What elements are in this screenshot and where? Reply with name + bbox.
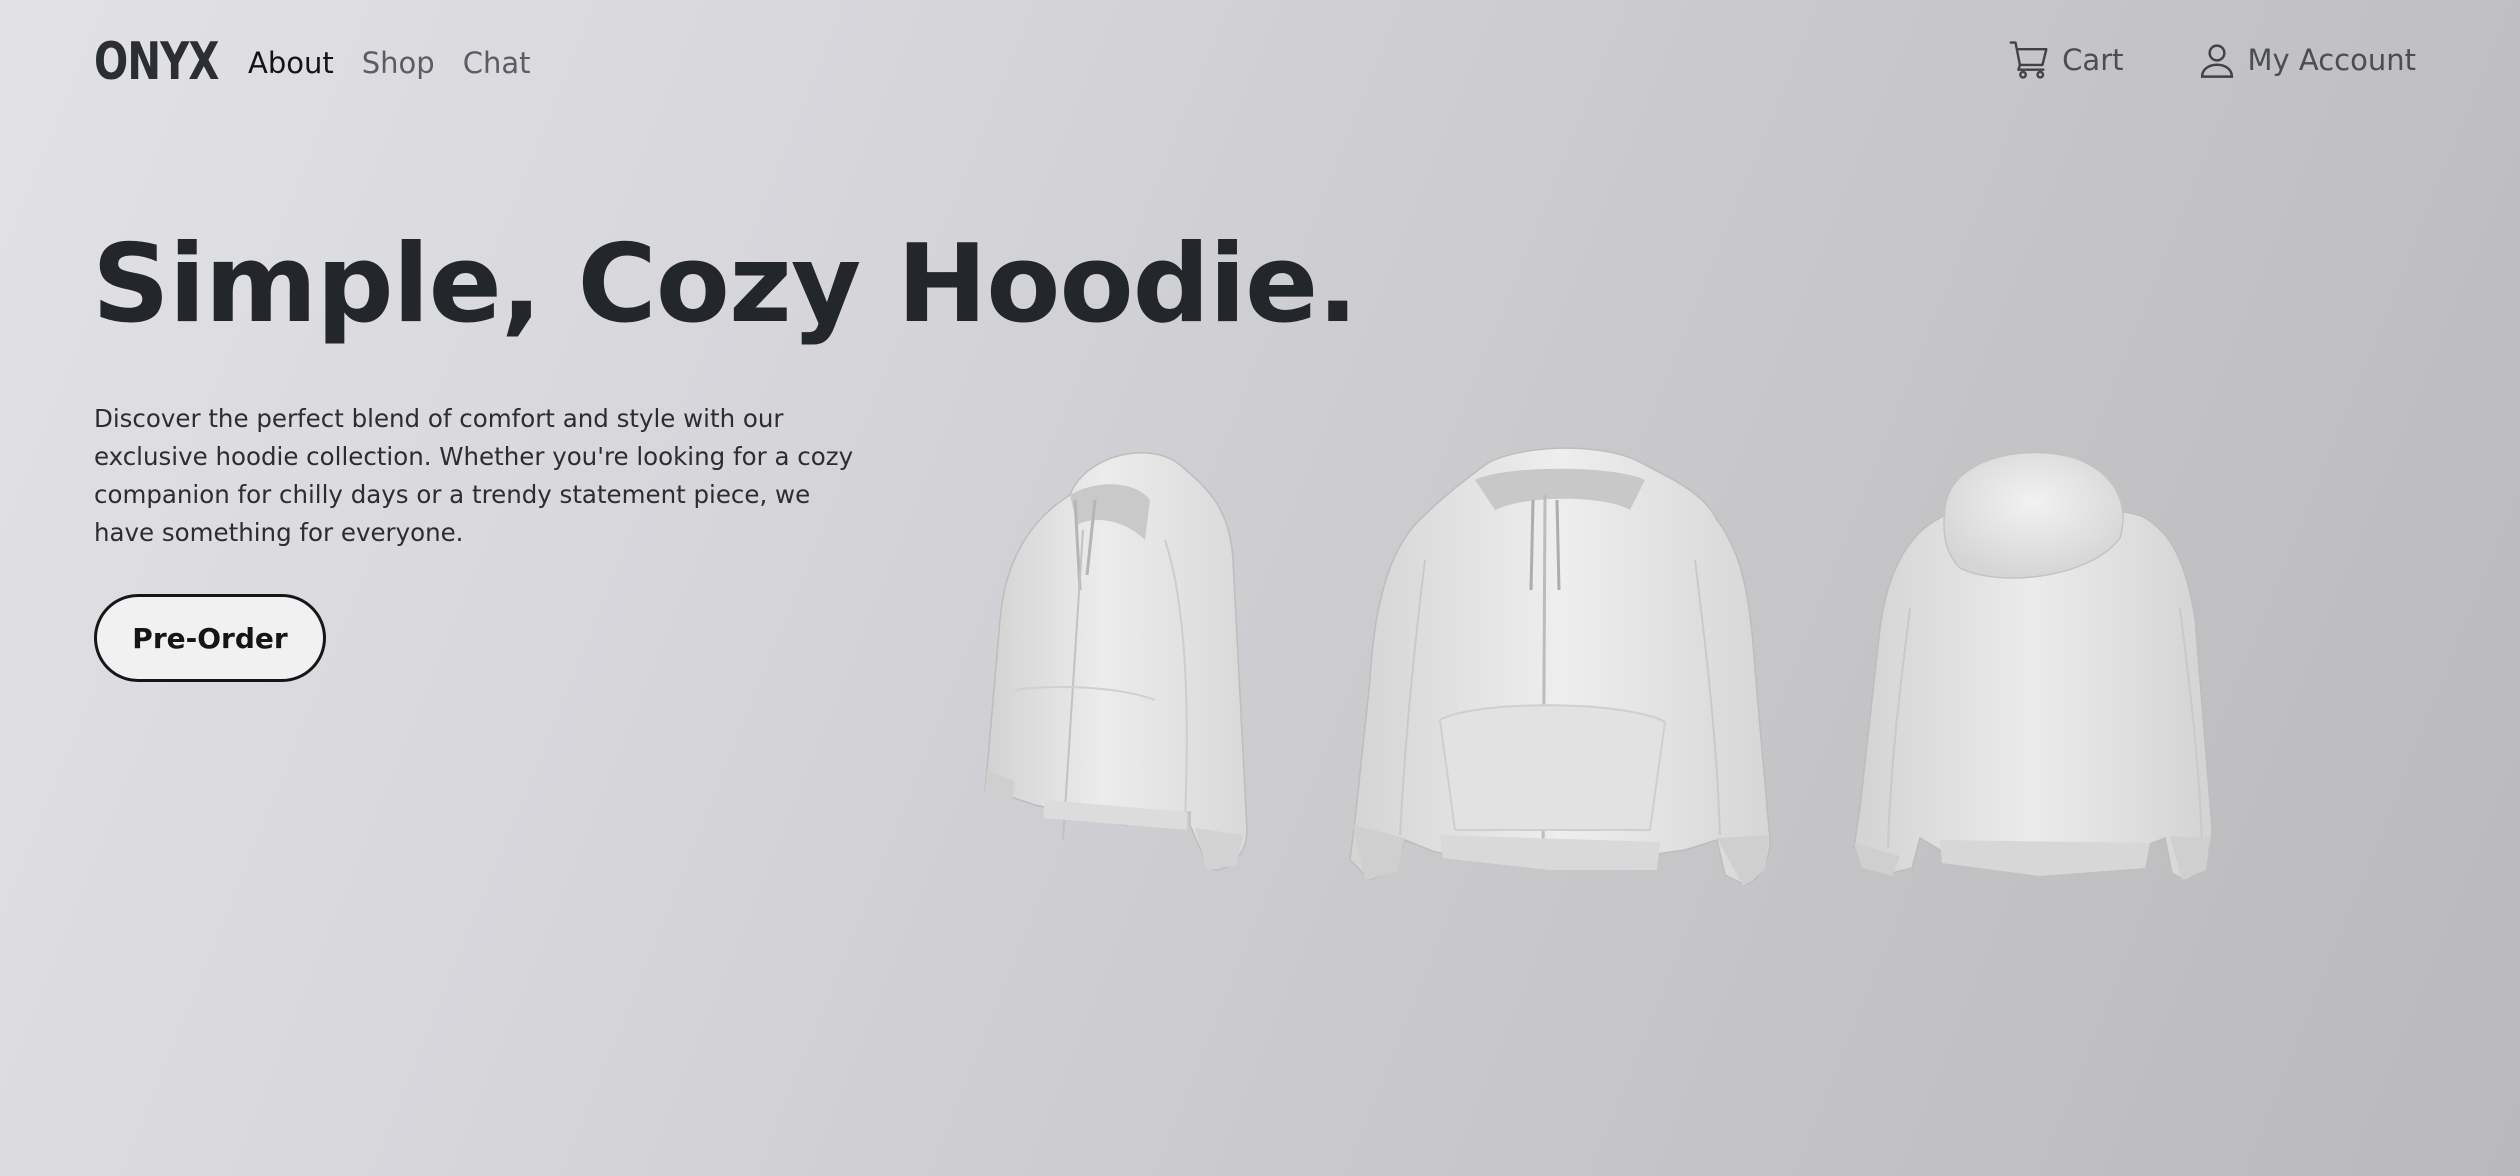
hoodie-back-view-image (1850, 448, 2240, 898)
my-account-link[interactable]: My Account (2196, 39, 2417, 81)
hoodie-front-view-image (1345, 440, 1785, 900)
brand-logo[interactable]: ONYX (94, 34, 219, 90)
nav-actions: Cart My Account (2008, 38, 2416, 82)
hoodie-side-view-image (975, 440, 1285, 900)
cart-icon (2008, 38, 2052, 82)
nav-link-chat[interactable]: Chat (463, 44, 531, 82)
account-label: My Account (2247, 43, 2417, 77)
hero-title: Simple, Cozy Hoodie. (92, 222, 1358, 347)
hero-description: Discover the perfect blend of comfort an… (94, 404, 854, 547)
cart-label: Cart (2062, 43, 2124, 77)
primary-nav: About Shop Chat (248, 44, 530, 82)
nav-link-about[interactable]: About (248, 44, 334, 82)
nav-link-shop[interactable]: Shop (362, 44, 435, 82)
top-nav: ONYX About Shop Chat Cart My Account (0, 0, 2520, 124)
pre-order-button[interactable]: Pre-Order (94, 594, 326, 682)
cart-link[interactable]: Cart (2008, 38, 2124, 82)
user-icon (2196, 39, 2238, 81)
